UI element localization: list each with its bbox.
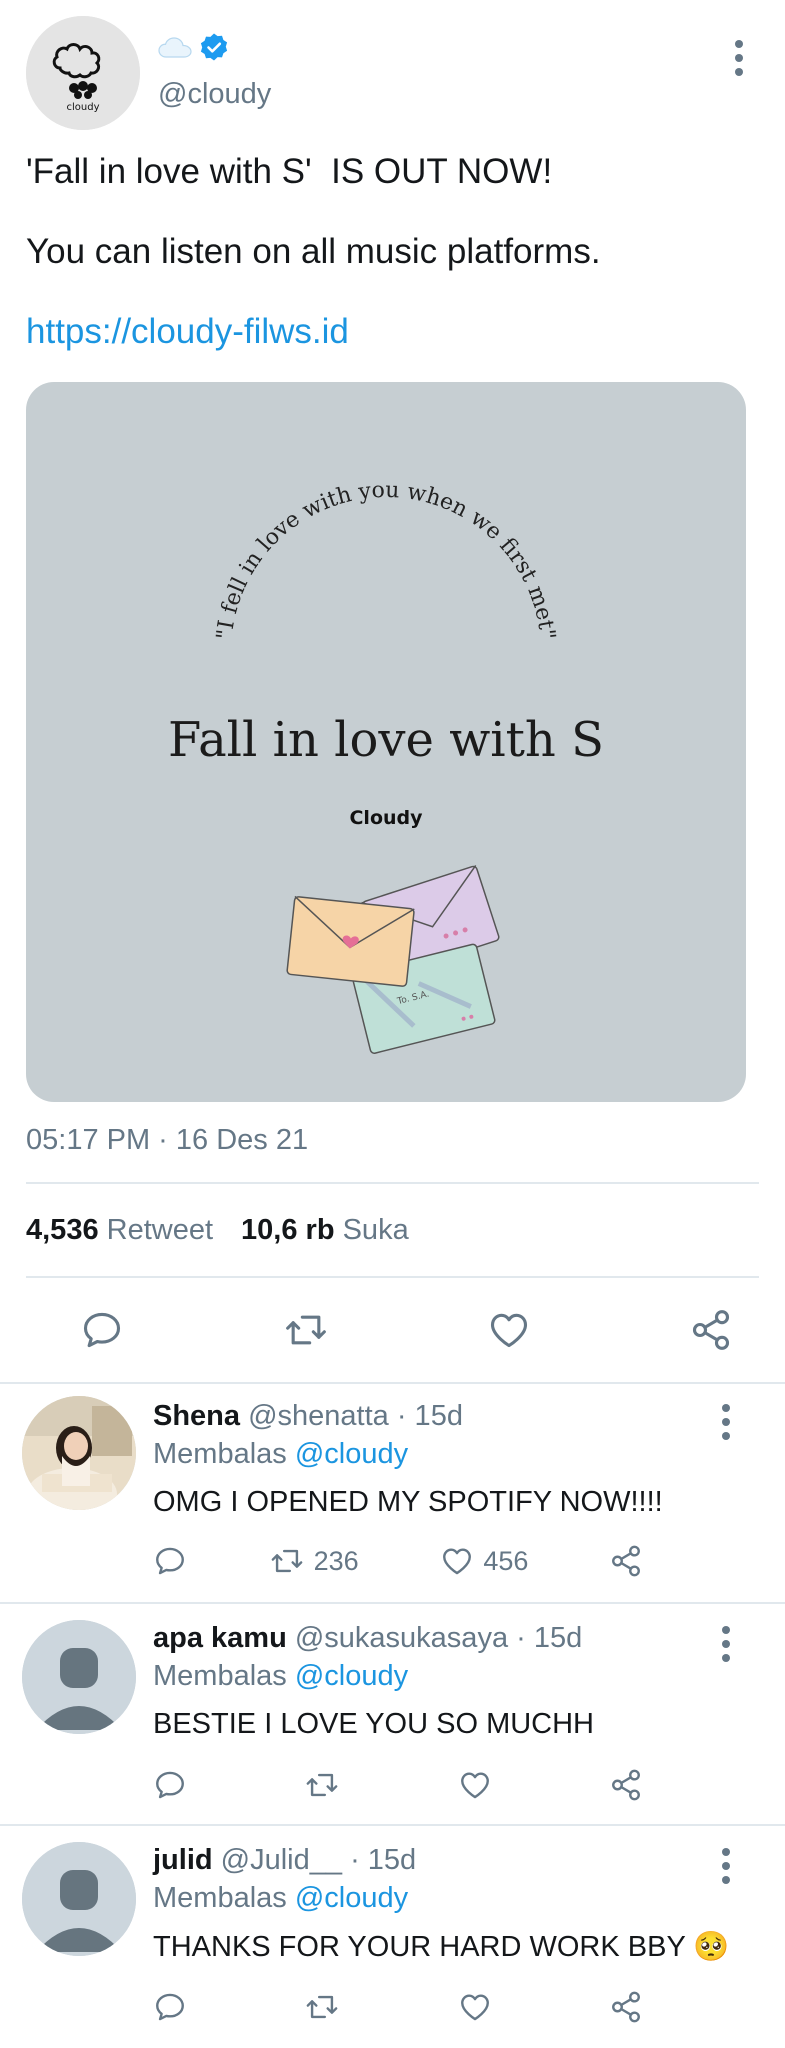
reply-action-bar [153,1990,643,2024]
share-icon [609,1990,643,2024]
divider [0,1602,785,1604]
replying-to: Membalas @cloudy [153,1882,408,1915]
reply-icon [153,1768,187,1802]
replying-to: Membalas @cloudy [153,1438,408,1471]
author-handle[interactable]: @cloudy [158,78,271,111]
replying-to: Membalas @cloudy [153,1660,408,1693]
reply-button[interactable] [153,1768,187,1802]
reply-button[interactable] [153,1544,187,1578]
replying-prefix: Membalas [153,1882,287,1914]
tweet-stats: 4,536 Retweet 10,6 rb Suka [26,1214,409,1247]
retweet-icon [303,1768,341,1802]
default-user-icon [22,1842,136,1956]
share-button[interactable] [609,1990,643,2024]
album-arc-text: "I fell in love with you when we first m… [212,478,559,641]
heart-icon[interactable] [487,1308,531,1352]
reply-text: THANKS FOR YOUR HARD WORK BBY 🥺 [153,1931,730,1963]
reply-icon [153,1544,187,1578]
cloud-emoji-icon [158,37,192,58]
more-vertical-icon[interactable] [721,1404,731,1440]
author-name-row[interactable] [158,28,230,68]
reply-text: BESTIE I LOVE YOU SO MUCHH [153,1708,595,1740]
tweet-link[interactable]: https://cloudy-filws.id [26,312,349,352]
default-user-icon [22,1620,136,1734]
user-photo [22,1396,136,1510]
reply-author-name[interactable]: julid [153,1844,213,1876]
album-title: Fall in love with S [168,712,604,768]
retweet-button[interactable] [303,1768,341,1802]
reply-text: OMG I OPENED MY SPOTIFY NOW!!!! [153,1486,663,1518]
heart-icon [457,1768,493,1802]
mention-link[interactable]: @cloudy [295,1882,408,1914]
divider [26,1182,759,1184]
cloud-logo-icon: cloudy [26,16,140,130]
reply-action-bar [153,1768,643,1802]
replying-prefix: Membalas [153,1438,287,1470]
reply-avatar-default[interactable] [22,1842,136,1956]
like-count: 10,6 rb [241,1214,335,1246]
replying-prefix: Membalas [153,1660,287,1692]
retweet-stat[interactable]: 4,536 Retweet [26,1214,213,1247]
author-avatar[interactable]: cloudy [26,16,140,130]
reply-action-bar: 236 456 [153,1544,643,1578]
reply-header: Shena @shenatta · 15d [153,1400,463,1433]
reply-button[interactable] [153,1990,187,2024]
share-button[interactable] [609,1768,643,1802]
divider [0,1824,785,1826]
tweet-text-line-2: You can listen on all music platforms. [26,232,601,271]
more-vertical-icon[interactable] [734,40,744,76]
retweet-icon[interactable] [282,1308,330,1352]
retweet-icon [268,1544,306,1578]
share-icon [609,1544,643,1578]
verified-badge-icon [200,33,228,61]
share-button[interactable] [609,1544,643,1578]
more-vertical-icon[interactable] [721,1848,731,1884]
tweet-action-bar [0,1308,785,1352]
retweet-button[interactable] [303,1990,341,2024]
reply-avatar-default[interactable] [22,1620,136,1734]
like-button[interactable]: 456 [439,1544,528,1578]
retweet-button[interactable]: 236 [268,1544,359,1578]
reply-avatar-shena[interactable] [22,1396,136,1510]
reply-author-meta: @shenatta · 15d [248,1400,463,1432]
share-icon [609,1768,643,1802]
reply-author-name[interactable]: apa kamu [153,1622,287,1654]
reply-icon[interactable] [80,1308,124,1352]
reply-author-meta: @Julid__ · 15d [220,1844,417,1876]
more-vertical-icon[interactable] [721,1626,731,1662]
retweet-count: 236 [313,1545,359,1576]
tweet-text-line-1: 'Fall in love with S' IS OUT NOW! [26,152,553,191]
retweet-icon [303,1990,341,2024]
like-stat[interactable]: 10,6 rb Suka [241,1214,409,1247]
reply-header: julid @Julid__ · 15d [153,1844,416,1877]
like-count: 456 [483,1545,529,1576]
divider [26,1276,759,1278]
mention-link[interactable]: @cloudy [295,1660,408,1692]
reply-header: apa kamu @sukasukasaya · 15d [153,1622,582,1655]
share-icon[interactable] [689,1308,733,1352]
like-button[interactable] [457,1768,493,1802]
heart-icon [457,1990,493,2024]
tweet-timestamp: 05:17 PM · 16 Des 21 [26,1124,309,1156]
like-button[interactable] [457,1990,493,2024]
retweet-label: Retweet [106,1214,214,1246]
tweet-media-image[interactable]: "I fell in love with you when we first m… [26,382,746,1102]
avatar-logo-text: cloudy [67,102,100,113]
envelopes-illustration: To. S.A. [286,864,500,1054]
retweet-count: 4,536 [26,1214,99,1246]
reply-icon [153,1990,187,2024]
heart-icon [439,1544,475,1578]
mention-link[interactable]: @cloudy [295,1438,408,1470]
reply-author-name[interactable]: Shena [153,1400,240,1432]
reply-author-meta: @sukasukasaya · 15d [294,1622,583,1654]
divider [0,1382,785,1384]
like-label: Suka [342,1214,409,1246]
album-artist: Cloudy [349,807,423,829]
